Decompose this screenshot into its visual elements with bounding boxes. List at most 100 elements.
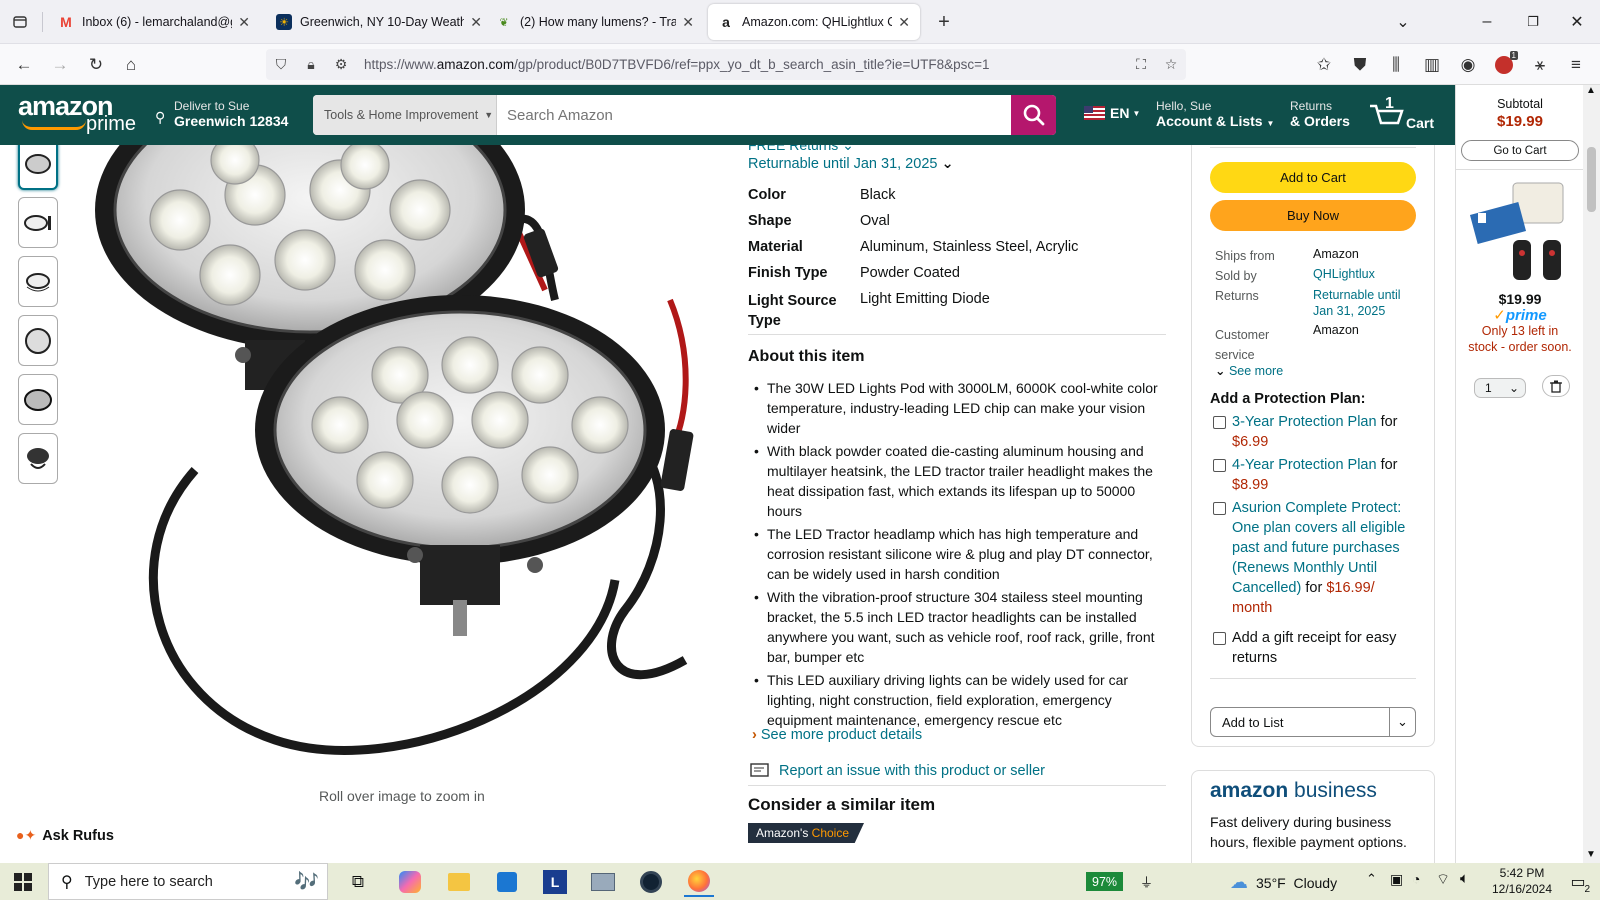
clock[interactable]: 5:42 PM 12/16/2024 [1482,865,1562,897]
firefox-icon[interactable] [684,867,714,897]
delete-button[interactable] [1542,375,1570,397]
close-icon[interactable]: ✕ [682,14,694,31]
task-view-icon[interactable]: ⧉ [343,867,373,897]
l-app-icon[interactable]: L [540,867,570,897]
battery-indicator[interactable]: 97% [1086,872,1124,891]
search-button[interactable] [1011,95,1056,135]
network-icon[interactable]: ◔ [1412,871,1420,887]
copilot-icon[interactable] [395,867,425,897]
back-icon[interactable]: ← [10,51,38,79]
quantity-select[interactable]: 1 ⌄ [1474,378,1526,398]
tray-chevron-icon[interactable]: ⌃ [1366,871,1377,887]
sidebar-icon[interactable]: ▥ [1418,51,1446,79]
plan1-checkbox[interactable] [1213,416,1226,429]
tab-gmail[interactable]: M Inbox (6) - lemarchaland@gma ✕ [48,4,260,40]
add-to-cart-button[interactable]: Add to Cart [1210,162,1416,193]
asurion-line[interactable]: (Renews Monthly Until [1232,558,1432,578]
url-text[interactable]: https://www.amazon.com/gp/product/B0D7TB… [364,57,989,72]
thumbnail-6[interactable] [18,433,58,484]
account-lists[interactable]: Hello, Sue Account & Lists ▼ [1156,99,1274,129]
scrollbar-thumb[interactable] [1587,147,1596,212]
camera-app-icon[interactable] [636,867,666,897]
permissions-icon[interactable]: ⚙ [326,56,356,73]
thumbnail-4[interactable] [18,315,58,366]
thumbnail-2[interactable] [18,197,58,248]
file-explorer-icon[interactable] [444,867,474,897]
shield-icon[interactable]: ⛉ [266,56,296,73]
asurion-checkbox[interactable] [1213,502,1226,515]
returns-orders[interactable]: Returns & Orders [1290,99,1350,129]
tab-weather[interactable]: ☀ Greenwich, NY 10-Day Weather ✕ [266,4,492,40]
weather-widget[interactable]: ☁ 35°F Cloudy [1230,872,1337,893]
search-category-select[interactable]: Tools & Home Improvement ▼ [313,95,497,135]
menu-icon[interactable]: ≡ [1562,51,1590,79]
notifications-button[interactable]: ▭ 2 [1566,871,1590,895]
returns-policy-link[interactable]: Returnable until Jan 31, 2025 [1313,287,1401,319]
store-icon[interactable] [492,867,522,897]
save-to-pocket-list-icon[interactable]: ✩ [1310,51,1338,79]
adblock-icon[interactable]: 1 [1490,51,1518,79]
deliver-to[interactable]: ⚲ Deliver to Sue Greenwich 12834 [155,99,295,129]
asurion-line[interactable]: Cancelled) [1232,580,1301,596]
see-more-details-link[interactable]: › See more product details [752,727,922,743]
asurion-line[interactable]: Asurion Complete Protect: [1232,498,1432,518]
scroll-up-icon[interactable]: ▲ [1586,85,1596,96]
asurion-line[interactable]: past and future purchases [1232,538,1432,558]
reload-icon[interactable]: ↻ [82,51,110,79]
tab-forum[interactable]: ❦ (2) How many lumens? - Tracto ✕ [486,4,704,40]
plan2-link[interactable]: 4-Year Protection Plan [1232,457,1377,473]
pocket-icon[interactable]: ⛊ [1346,51,1374,79]
extensions-icon[interactable]: ⚹ [1526,51,1554,79]
amazon-business-logo[interactable]: amazon business [1210,779,1377,803]
home-icon[interactable]: ⌂ [117,51,145,79]
tab-list-icon[interactable] [6,8,34,36]
search-input[interactable] [497,95,1011,135]
tab-amazon[interactable]: a Amazon.com: QHLightlux Oval ✕ [708,4,920,40]
cart-button[interactable]: 1 Cart [1368,95,1448,135]
language-selector[interactable]: EN ▼ [1084,105,1140,121]
thumbnail-5[interactable] [18,374,58,425]
buy-now-button[interactable]: Buy Now [1210,200,1416,231]
new-tab-icon[interactable]: + [930,8,958,36]
bookmark-star-icon[interactable]: ☆ [1156,56,1186,73]
minimize-icon[interactable]: – [1472,8,1502,36]
tab-overflow-chevron-icon[interactable]: ⌄ [1388,8,1418,36]
add-to-list-button[interactable]: Add to List ⌄ [1210,707,1416,737]
thumbnail-3[interactable] [18,256,58,307]
forward-icon[interactable]: → [46,51,74,79]
scroll-down-icon[interactable]: ▼ [1586,849,1596,860]
report-issue-link[interactable]: Report an issue with this product or sel… [750,762,1045,780]
close-icon[interactable]: ✕ [470,14,482,31]
amazon-prime-logo[interactable]: amazon prime [18,93,136,135]
restore-icon[interactable]: ❐ [1518,8,1548,36]
thumbnail-1[interactable] [18,145,58,190]
page-scrollbar[interactable]: ▲ ▼ [1583,85,1600,863]
wifi-icon[interactable]: ⌔ [1436,870,1450,889]
plan2-checkbox[interactable] [1213,459,1226,472]
tag-icon[interactable]: ⛶ [1126,56,1156,73]
taskbar-search[interactable]: ⚲ Type here to search 🎶 [48,863,328,900]
window-close-icon[interactable]: ✕ [1562,8,1592,36]
account-icon[interactable]: ◉ [1454,51,1482,79]
library-icon[interactable]: ⫼ [1382,51,1410,79]
windows-start-icon[interactable] [8,867,38,897]
gift-receipt-checkbox[interactable] [1213,632,1226,645]
asurion-line[interactable]: One plan covers all eligible [1232,518,1432,538]
address-bar[interactable]: ⛉ 🔒︎ ⚙ https://www.amazon.com/gp/product… [266,49,1186,80]
plan1-link[interactable]: 3-Year Protection Plan [1232,414,1377,430]
tray-app-icon[interactable]: ▣ [1390,871,1403,888]
free-returns-link[interactable]: FREE Returns ⌄ [748,145,854,154]
close-icon[interactable]: ✕ [898,14,910,31]
see-more-link[interactable]: ⌄ See more [1215,363,1283,378]
returnable-link[interactable]: Returnable until Jan 31, 2025 ⌄ [748,156,954,172]
photos-app-icon[interactable] [588,867,618,897]
volume-icon[interactable]: 🔈︎ [1460,870,1469,887]
sold-by-link[interactable]: QHLightlux [1313,267,1375,281]
cart-item-image[interactable] [1468,178,1572,286]
go-to-cart-button[interactable]: Go to Cart [1461,140,1579,161]
lock-icon[interactable]: 🔒︎ [296,56,326,73]
close-icon[interactable]: ✕ [238,14,250,31]
chevron-down-icon[interactable]: ⌄ [1389,708,1415,736]
ask-rufus-button[interactable]: ●✦ Ask Rufus [16,827,114,844]
product-main-image[interactable] [75,145,725,780]
